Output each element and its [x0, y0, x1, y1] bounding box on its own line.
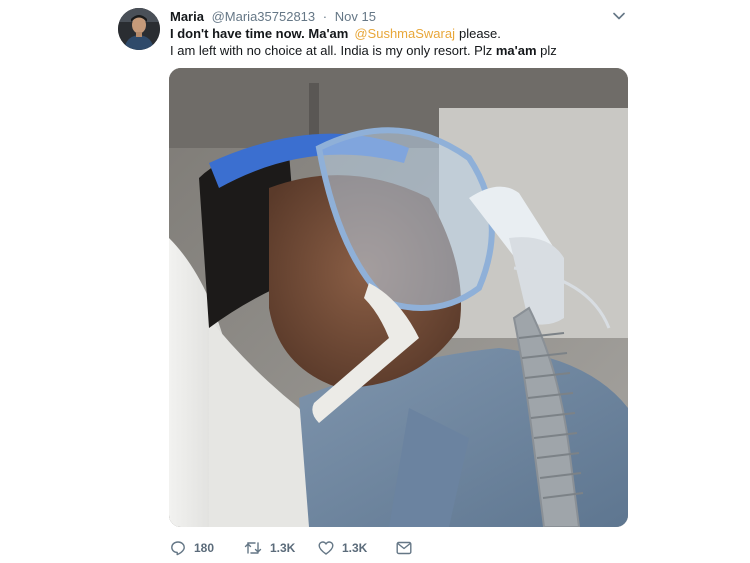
tweet-actions: 180 1.3K 1.3K	[170, 538, 412, 558]
separator-dot: ·	[322, 9, 328, 24]
tweet-text-bold: I don't have time now. Ma'am	[170, 26, 349, 41]
display-name[interactable]: Maria	[170, 9, 204, 24]
reply-count: 180	[194, 541, 215, 555]
avatar[interactable]	[118, 8, 160, 50]
tweet-photo[interactable]	[169, 68, 628, 527]
tweet-header: Maria @Maria35752813 · Nov 15	[170, 9, 376, 25]
reply-button[interactable]: 180	[170, 540, 244, 556]
mention-link[interactable]: @SushmaSwaraj	[354, 26, 455, 41]
chevron-down-icon[interactable]	[611, 10, 627, 22]
tweet-text-line-1: I don't have time now. Ma'am @SushmaSwara…	[170, 26, 501, 42]
like-button[interactable]: 1.3K	[318, 540, 396, 556]
user-handle[interactable]: @Maria35752813	[212, 9, 316, 24]
heart-icon	[318, 541, 334, 555]
tweet-text-line-2: I am left with no choice at all. India i…	[170, 43, 557, 59]
retweet-count: 1.3K	[270, 541, 296, 555]
tweet-date[interactable]: Nov 15	[335, 9, 376, 24]
reply-icon	[171, 541, 185, 556]
tweet-text-end: plz	[540, 43, 557, 58]
like-count: 1.3K	[342, 541, 368, 555]
envelope-icon	[396, 541, 412, 555]
tweet: Maria @Maria35752813 · Nov 15 I don't ha…	[0, 0, 750, 563]
tweet-text-tail: please.	[458, 26, 501, 41]
retweet-icon	[244, 542, 262, 554]
direct-message-button[interactable]	[396, 541, 412, 555]
retweet-button[interactable]: 1.3K	[244, 540, 318, 556]
tweet-text-start: I am left with no choice at all. India i…	[170, 43, 493, 58]
tweet-text-bold-2: ma'am	[495, 43, 537, 58]
